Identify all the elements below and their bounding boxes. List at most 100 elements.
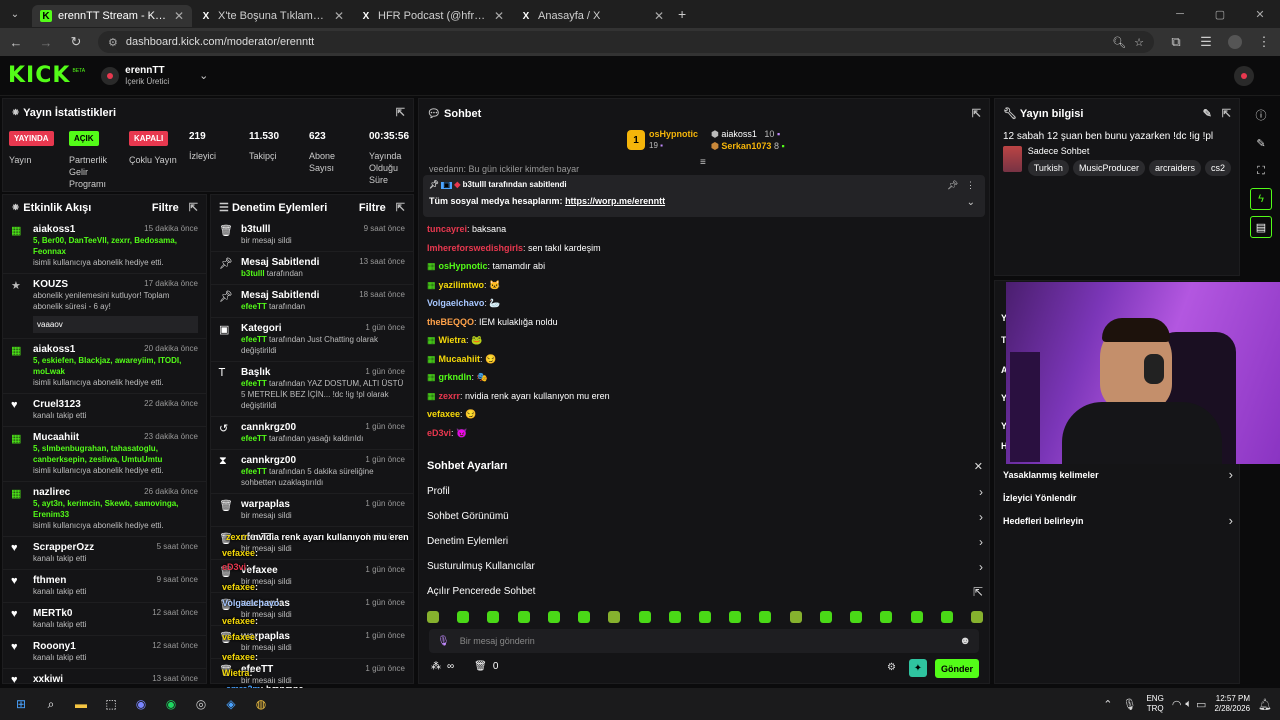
modlog-actor[interactable]: b3tulll: [241, 269, 265, 278]
search-icon[interactable]: ⌕: [40, 693, 62, 715]
chat-username[interactable]: yazilimtwo: [439, 280, 485, 290]
edit-icon[interactable]: ✎: [1203, 108, 1212, 120]
pencil-icon[interactable]: ✎: [1250, 132, 1272, 154]
close-tab-icon[interactable]: ✕: [174, 9, 184, 23]
chat-username[interactable]: Wietra: [439, 335, 466, 345]
emote-icon[interactable]: [910, 611, 923, 623]
windows-start-icon[interactable]: ⊞: [10, 693, 32, 715]
emote-icon[interactable]: [789, 611, 802, 623]
unpin-icon[interactable]: 📌︎: [947, 180, 958, 190]
language-secondary[interactable]: TRQ: [1146, 704, 1164, 714]
tray-chevron-icon[interactable]: ⌃: [1103, 698, 1112, 711]
emote-icon[interactable]: [457, 611, 470, 623]
emote-icon[interactable]: [729, 611, 742, 623]
zoom-icon[interactable]: 🔍︎: [1112, 36, 1126, 49]
close-tab-icon[interactable]: ✕: [494, 9, 504, 23]
site-info-icon[interactable]: ⚙: [108, 36, 118, 49]
tab-list-button[interactable]: ⌄: [4, 9, 26, 20]
battery-icon[interactable]: ▭: [1196, 698, 1206, 711]
activity-username[interactable]: aiakoss1: [33, 344, 75, 355]
browser-tab[interactable]: KerennTT Stream - Kick Dashboard ✕: [32, 5, 192, 27]
modlog-actor[interactable]: efeeTT: [241, 379, 267, 388]
chat-setting-row[interactable]: Profil ›: [419, 479, 989, 504]
chat-username[interactable]: eD3vi: [427, 428, 451, 438]
chat-username[interactable]: tuncayrei: [427, 224, 467, 234]
chat-settings-icon[interactable]: ⚙: [887, 662, 896, 673]
reading-list-icon[interactable]: ☰: [1198, 34, 1214, 50]
emote-icon[interactable]: [487, 611, 500, 623]
chat-username[interactable]: Volgaelchavo: [427, 298, 484, 308]
emote-icon[interactable]: [517, 611, 530, 623]
activity-username[interactable]: Mucaahiit: [33, 432, 79, 443]
chat-username[interactable]: grkndln: [439, 372, 472, 382]
language-primary[interactable]: ENG: [1146, 694, 1163, 704]
chat-username[interactable]: vefaxee: [427, 409, 460, 419]
activity-username[interactable]: aiakoss1: [33, 224, 75, 235]
kick-logo[interactable]: KICK: [8, 63, 70, 88]
chat-setting-row[interactable]: Sohbet Görünümü ›: [419, 504, 989, 529]
minimize-window-button[interactable]: ─: [1160, 8, 1200, 20]
top-gifter-3[interactable]: Serkan1073: [721, 141, 771, 151]
chat-setting-row[interactable]: Susturulmuş Kullanıcılar ›: [419, 554, 989, 579]
pinned-expand-chevron-icon[interactable]: ⌄: [967, 197, 975, 208]
close-tab-icon[interactable]: ✕: [334, 9, 344, 23]
info-menu-row[interactable]: Hedefleri belirleyin ›: [995, 509, 1241, 532]
extensions-icon[interactable]: ⧉: [1168, 34, 1184, 50]
browser-menu-icon[interactable]: ⋮: [1256, 34, 1272, 50]
activity-filter-button[interactable]: Filtre: [152, 202, 179, 214]
chat-input[interactable]: 🎙︎ Bir mesaj gönderin ☻: [429, 629, 979, 653]
emote-icon[interactable]: [970, 611, 983, 623]
chat-username[interactable]: osHypnotic: [439, 261, 488, 271]
emote-icon[interactable]: [698, 611, 711, 623]
info-menu-row[interactable]: Yasaklanmış kelimeler ›: [995, 463, 1241, 486]
stream-tag[interactable]: Turkish: [1027, 160, 1069, 176]
modlog-filter-button[interactable]: Filtre: [359, 202, 386, 214]
emote-icon[interactable]: [880, 611, 893, 623]
pinned-link[interactable]: https://worp.me/erenntt: [565, 196, 665, 206]
activity-username[interactable]: MERTk0: [33, 608, 72, 619]
new-tab-button[interactable]: +: [678, 6, 686, 22]
store-icon[interactable]: ⬚: [100, 693, 122, 715]
discord-icon[interactable]: ◉: [130, 693, 152, 715]
list-icon[interactable]: ▤: [1250, 216, 1272, 238]
emote-icon[interactable]: [759, 611, 772, 623]
forward-icon[interactable]: →: [38, 35, 54, 50]
chat-username[interactable]: theBEQQO: [427, 317, 474, 327]
clip-icon[interactable]: ⛶: [1250, 160, 1272, 182]
popout-icon[interactable]: ⇱: [1222, 108, 1231, 120]
emote-icon[interactable]: [578, 611, 591, 623]
popout-icon[interactable]: ⇱: [396, 202, 405, 214]
info-icon[interactable]: ⓘ: [1250, 104, 1272, 126]
app-icon[interactable]: ◈: [220, 693, 242, 715]
mic-icon[interactable]: 🎙︎: [437, 636, 450, 647]
channel-switch-chevron-icon[interactable]: ⌄: [199, 69, 208, 82]
profile-avatar[interactable]: [1228, 35, 1242, 49]
close-settings-icon[interactable]: ✕: [974, 460, 983, 473]
wifi-icon[interactable]: ◠: [1172, 698, 1182, 711]
stream-tag[interactable]: MusicProducer: [1072, 160, 1145, 176]
modlog-actor[interactable]: efeeTT: [241, 467, 267, 476]
close-tab-icon[interactable]: ✕: [654, 9, 664, 23]
maximize-window-button[interactable]: ▢: [1200, 8, 1240, 21]
mic-tray-icon[interactable]: 🎙︎: [1123, 698, 1137, 711]
chat-username[interactable]: Imhereforswedishgirls: [427, 243, 523, 253]
user-avatar[interactable]: [1234, 65, 1254, 86]
volume-icon[interactable]: 🔈︎: [1185, 698, 1192, 711]
emote-icon[interactable]: [668, 611, 681, 623]
back-icon[interactable]: ←: [8, 35, 24, 50]
emote-icon[interactable]: [638, 611, 651, 623]
send-button[interactable]: Gönder: [935, 659, 979, 678]
popout-icon[interactable]: ⇱: [972, 107, 981, 120]
clock-date[interactable]: 2/28/2026: [1214, 704, 1250, 714]
browser-tab[interactable]: X Anasayfa / X ✕: [512, 5, 672, 27]
pinned-menu-icon[interactable]: ⋮: [966, 180, 975, 190]
activity-username[interactable]: Cruel3123: [33, 399, 81, 410]
reload-icon[interactable]: ↻: [68, 34, 84, 50]
chat-username[interactable]: Mucaahiit: [439, 354, 481, 364]
modlog-actor[interactable]: efeeTT: [241, 302, 267, 311]
chrome-icon[interactable]: ◍: [250, 693, 272, 715]
modlog-actor[interactable]: efeeTT: [241, 434, 267, 443]
stream-tag[interactable]: cs2: [1204, 160, 1231, 176]
chat-filter-icon[interactable]: ≡: [700, 157, 706, 168]
activity-username[interactable]: KOUZS: [33, 279, 68, 290]
